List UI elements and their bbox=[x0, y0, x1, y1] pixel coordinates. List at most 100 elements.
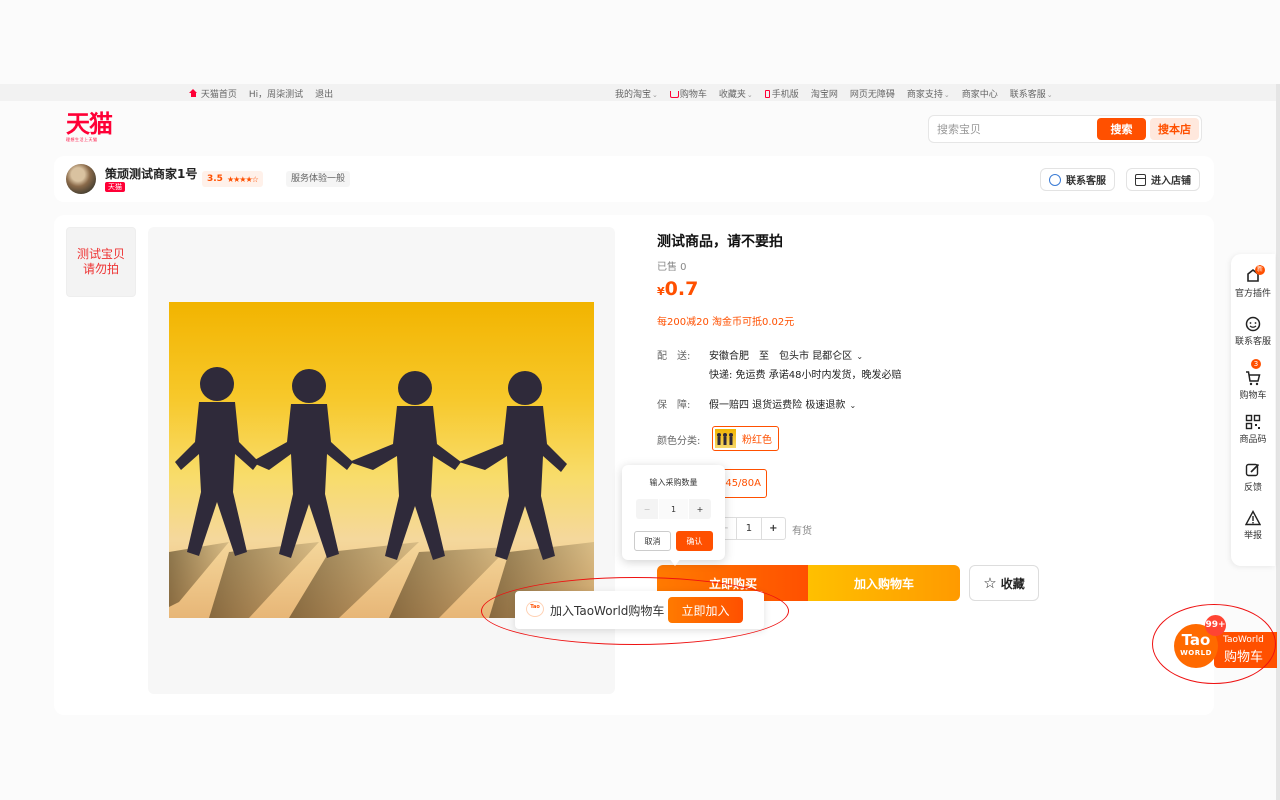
stock-status: 有货 bbox=[792, 526, 812, 537]
shop-name[interactable]: 策顽测试商家1号 bbox=[105, 165, 197, 182]
sidebar-item-service[interactable]: 联系客服 bbox=[1231, 316, 1275, 347]
sold-count: 已售 0 bbox=[657, 262, 687, 273]
product-title: 测试商品，请不要拍 bbox=[657, 234, 783, 250]
tmall-logo[interactable]: 天猫 理想生活上天猫 bbox=[66, 110, 126, 144]
product-main-image[interactable] bbox=[169, 302, 594, 618]
delivery-location-selector[interactable]: 安徽合肥 至 包头市 昆都仑区 ⌄ bbox=[709, 347, 863, 362]
add-to-cart-button[interactable]: 加入购物车 bbox=[808, 565, 960, 601]
product-thumbnail[interactable]: 测试宝贝 请勿拍 bbox=[66, 227, 136, 297]
merchant-center-link[interactable]: 商家中心 bbox=[962, 87, 998, 100]
quantity-value[interactable]: 1 bbox=[736, 518, 760, 539]
sidebar-item-report[interactable]: 举报 bbox=[1231, 510, 1275, 541]
popup-cancel-button[interactable]: 取消 bbox=[634, 531, 671, 551]
chevron-down-icon: ⌄ bbox=[652, 91, 658, 99]
annotation-circle-taoworld-bar bbox=[481, 577, 789, 645]
popup-plus-button[interactable]: + bbox=[689, 499, 711, 519]
color-option-pink[interactable]: 粉红色 bbox=[712, 426, 779, 451]
price-value: 0.7 bbox=[664, 278, 699, 300]
sidebar-item-plugin[interactable]: 新 官方插件 bbox=[1231, 265, 1275, 299]
swatch-people-icon bbox=[717, 433, 733, 445]
enter-store-label: 进入店铺 bbox=[1151, 176, 1191, 187]
search-input[interactable] bbox=[937, 121, 1087, 137]
customer-service-icon bbox=[1245, 316, 1261, 332]
service-level-tag: 服务体验一般 bbox=[286, 171, 351, 187]
greeting-text: Hi，周柒测试 bbox=[248, 90, 304, 100]
logo-slogan: 理想生活上天猫 bbox=[66, 137, 98, 142]
store-icon bbox=[1135, 173, 1146, 186]
popup-confirm-button[interactable]: 确认 bbox=[676, 531, 713, 551]
sidebar-label-product-code: 商品码 bbox=[1239, 435, 1267, 445]
popup-title: 输入采购数量 bbox=[649, 478, 698, 487]
customer-service-icon bbox=[1049, 173, 1061, 186]
mobile-link[interactable]: 手机版 bbox=[764, 87, 799, 100]
currency-symbol: ¥ bbox=[657, 285, 665, 298]
star-outline-icon: ☆ bbox=[983, 574, 997, 592]
search-button[interactable]: 搜索 bbox=[1097, 118, 1146, 140]
sidebar-label-feedback: 反馈 bbox=[1243, 483, 1262, 493]
plugin-icon: 新 bbox=[1245, 265, 1265, 284]
my-taobao-menu[interactable]: 我的淘宝⌄ bbox=[615, 87, 658, 100]
color-label: 颜色分类: bbox=[657, 436, 701, 447]
favorites-label: 收藏夹 bbox=[718, 90, 746, 100]
sidebar-label-report: 举报 bbox=[1243, 531, 1262, 541]
guarantee-value: 假一赔四 退货运费险 极速退款 bbox=[709, 400, 846, 411]
contact-service-menu[interactable]: 联系客服⌄ bbox=[1010, 87, 1053, 100]
rating-stars-icon: ★★★★☆ bbox=[226, 174, 259, 184]
size-option-label: 45/80A bbox=[725, 478, 761, 489]
phone-icon bbox=[764, 90, 770, 98]
sidebar-label-service: 联系客服 bbox=[1234, 337, 1271, 347]
sidebar-label-plugin: 官方插件 bbox=[1234, 289, 1271, 299]
search-store-button[interactable]: 搜本店 bbox=[1150, 118, 1199, 140]
search-box: 搜索 搜本店 bbox=[928, 115, 1202, 143]
contact-service-button[interactable]: 联系客服 bbox=[1040, 168, 1115, 191]
accessible-link[interactable]: 网页无障碍 bbox=[850, 87, 895, 100]
enter-store-button[interactable]: 进入店铺 bbox=[1126, 168, 1200, 191]
sidebar-item-product-code[interactable]: 商品码 bbox=[1231, 414, 1275, 445]
mobile-label: 手机版 bbox=[771, 90, 799, 100]
contact-service-label: 联系客服 bbox=[1009, 90, 1046, 100]
cart-link[interactable]: 购物车 bbox=[669, 87, 707, 100]
cart-label: 购物车 bbox=[679, 90, 707, 100]
annotation-circle-taoworld-float bbox=[1152, 604, 1276, 684]
sidebar-item-cart[interactable]: 3 购物车 bbox=[1231, 359, 1275, 401]
guarantee-label: 保 障: bbox=[657, 400, 691, 411]
product-price: ¥0.7 bbox=[657, 278, 698, 300]
qr-code-icon bbox=[1245, 414, 1261, 430]
site-topbar: 天猫首页 Hi，周柒测试 退出 我的淘宝⌄ 购物车 收藏夹⌄ 手机版 淘宝网 网… bbox=[0, 84, 1276, 101]
shop-avatar[interactable] bbox=[66, 164, 96, 194]
cart-count-badge: 3 bbox=[1251, 359, 1261, 369]
contact-service-label: 联系客服 bbox=[1066, 176, 1106, 187]
sidebar-item-feedback[interactable]: 反馈 bbox=[1231, 462, 1275, 493]
sidebar-label-cart: 购物车 bbox=[1239, 391, 1267, 401]
quantity-plus-button[interactable]: + bbox=[760, 518, 785, 539]
color-option-label: 粉红色 bbox=[742, 435, 772, 446]
delivery-from: 安徽合肥 至 包头市 昆都仑区 bbox=[709, 351, 853, 362]
chevron-down-icon: ⌄ bbox=[856, 352, 864, 361]
tmall-home-link[interactable]: 天猫首页 bbox=[189, 87, 237, 100]
scrollbar-track[interactable] bbox=[1276, 84, 1280, 800]
thumb-text-line2: 请勿拍 bbox=[82, 262, 119, 276]
color-swatch-image bbox=[715, 429, 736, 448]
favorites-menu[interactable]: 收藏夹⌄ bbox=[719, 87, 753, 100]
edit-icon bbox=[1245, 462, 1261, 478]
taobao-link[interactable]: 淘宝网 bbox=[811, 87, 838, 100]
popup-quantity-input[interactable]: 1 bbox=[659, 499, 688, 519]
chevron-down-icon: ⌄ bbox=[943, 91, 950, 99]
logout-link[interactable]: 退出 bbox=[315, 87, 333, 100]
favorite-label: 收藏 bbox=[1000, 576, 1025, 591]
merchant-support-label: 商家支持 bbox=[906, 90, 943, 100]
guarantee-selector[interactable]: 假一赔四 退货运费险 极速退款 ⌄ bbox=[709, 396, 856, 411]
favorite-button[interactable]: ☆ 收藏 bbox=[969, 565, 1039, 601]
merchant-support-menu[interactable]: 商家支持⌄ bbox=[907, 87, 950, 100]
delivery-detail: 快递: 免运费 承诺48小时内发货，晚发必赔 bbox=[709, 370, 902, 381]
right-sidebar: 新 官方插件 联系客服 3 购物车 商品码 反馈 举报 bbox=[1231, 254, 1275, 566]
my-taobao-label: 我的淘宝 bbox=[615, 90, 652, 100]
thumb-text-line1: 测试宝贝 bbox=[76, 247, 125, 261]
delivery-label: 配 送: bbox=[657, 351, 691, 362]
plugin-new-badge: 新 bbox=[1255, 265, 1265, 275]
popup-minus-button[interactable]: − bbox=[636, 499, 658, 519]
paper-people-image bbox=[169, 367, 594, 618]
promo-text[interactable]: 每200减20 淘金币可抵0.02元 bbox=[657, 313, 794, 328]
chevron-down-icon: ⌄ bbox=[849, 401, 857, 410]
shop-rating: 3.5 ★★★★☆ bbox=[202, 171, 263, 187]
